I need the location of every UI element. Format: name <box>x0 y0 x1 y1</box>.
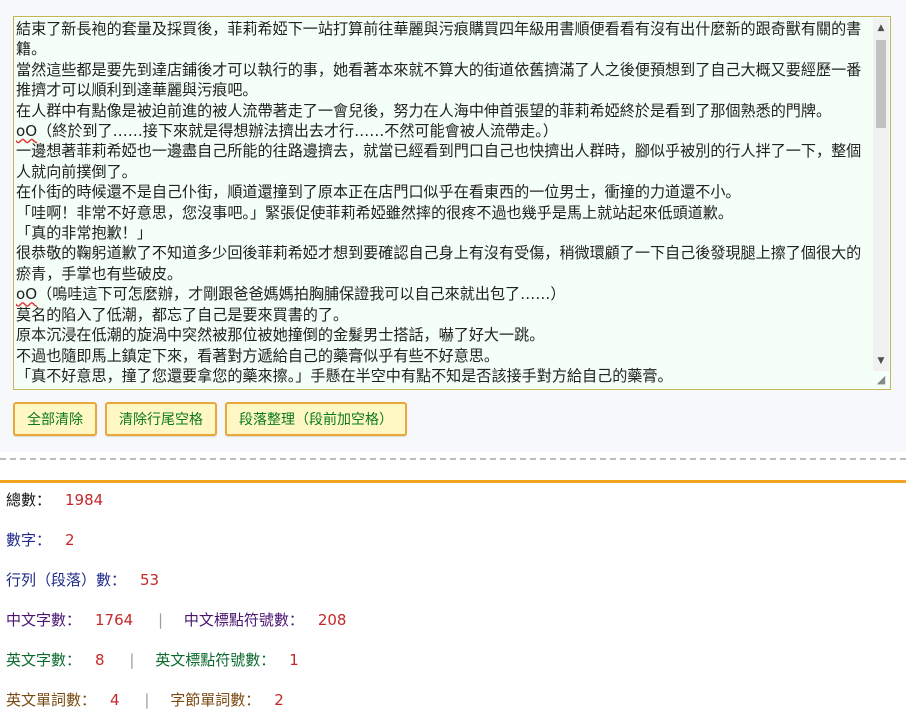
stat-label: 英文字數： <box>6 651 82 669</box>
editor-line: 莫名的陷入了低潮，都忘了自己是要來買書的了。 <box>16 305 349 324</box>
clear-all-button[interactable]: 全部清除 <box>13 402 97 436</box>
editor-line: 在人群中有點像是被迫前進的被人流帶著走了一會兒後，努力在人海中伸首張望的菲莉希婭… <box>16 101 832 120</box>
stat-digits: 數字： 2 <box>6 528 906 568</box>
stat-lines: 行列（段落）數： 53 <box>6 568 906 608</box>
stat-label: 英文標點符號數： <box>155 651 276 669</box>
editor-line: 「真不好意思，撞了您還要拿您的藥來擦。」手懸在半空中有點不知是否該接手對方給自己… <box>16 366 673 385</box>
stat-label: 字節單詞數： <box>170 691 261 709</box>
text-editor-content[interactable]: 結束了新長袍的套量及採買後，菲莉希婭下一站打算前往華麗與污痕購買四年級用書順便看… <box>14 17 872 389</box>
stat-words: 英文單詞數： 4 | 字節單詞數： 2 <box>6 688 906 728</box>
scroll-up-arrow-icon[interactable]: ▲ <box>873 20 889 36</box>
text-editor[interactable]: 結束了新長袍的套量及採買後，菲莉希婭下一站打算前往華麗與污痕購買四年級用書順便看… <box>13 16 891 390</box>
stat-value: 1984 <box>65 491 104 509</box>
editor-line: 原本沉浸在低潮的旋渦中突然被那位被她撞倒的金髮男士搭話，嚇了好大一跳。 <box>16 326 545 345</box>
editor-line: 「真的非常抱歉！」 <box>16 224 152 243</box>
stat-label: 數字： <box>6 531 52 549</box>
stat-label: 中文標點符號數： <box>183 611 304 629</box>
stat-label: 總數： <box>6 491 52 509</box>
dashed-divider <box>0 458 906 460</box>
stat-chinese: 中文字數： 1764 | 中文標點符號數： 208 <box>6 608 906 648</box>
stats-panel: 總數： 1984 數字： 2 行列（段落）數： 53 中文字數： 1764 | 中文標點… <box>6 488 906 728</box>
stats-divider <box>0 480 906 483</box>
editor-line: oO（終於到了……接下來就是得想辦法擠出去才行……不然可能會被人流帶走。） <box>16 122 558 141</box>
stat-separator: | <box>144 691 150 709</box>
editor-line: 在仆街的時候還不是自己仆街，順道還撞到了原本正在店門口似乎在看東西的一位男士，衝… <box>16 183 741 202</box>
input-panel: 結束了新長袍的套量及採買後，菲莉希婭下一站打算前往華麗與污痕購買四年級用書順便看… <box>0 0 906 452</box>
stat-value: 208 <box>317 611 347 629</box>
stat-value: 1 <box>289 651 299 669</box>
vertical-scrollbar[interactable]: ▲ ▼ <box>873 18 889 371</box>
stat-value: 4 <box>110 691 120 709</box>
trim-trailing-spaces-button[interactable]: 清除行尾空格 <box>105 402 217 436</box>
stat-total: 總數： 1984 <box>6 488 906 528</box>
stat-english: 英文字數： 8 | 英文標點符號數： 1 <box>6 648 906 688</box>
scroll-down-arrow-icon[interactable]: ▼ <box>873 353 889 369</box>
stat-value: 53 <box>140 571 160 589</box>
editor-line: 不過也隨即馬上鎮定下來，看著對方遞給自己的藥膏似乎有些不好意思。 <box>16 346 500 365</box>
stat-label: 中文字數： <box>6 611 82 629</box>
stat-value: 8 <box>95 651 105 669</box>
editor-line: oO（嗚哇這下可怎麼辦，才剛跟爸爸媽媽拍胸脯保證我可以自己來就出包了……） <box>16 285 566 304</box>
stat-separator: | <box>157 611 164 629</box>
button-row: 全部清除 清除行尾空格 段落整理（段前加空格） <box>13 402 407 436</box>
stat-value: 2 <box>274 691 284 709</box>
stat-separator: | <box>129 651 135 669</box>
editor-line: 結束了新長袍的套量及採買後，菲莉希婭下一站打算前往華麗與污痕購買四年級用書順便看… <box>16 20 862 59</box>
resize-grip-icon[interactable]: ◢ <box>874 373 888 387</box>
scrollbar-thumb[interactable] <box>876 40 886 128</box>
editor-line: 一邊想著菲莉希婭也一邊盡自己所能的往路邊擠去，就當已經看到門口自己也快擠出人群時… <box>16 142 862 181</box>
stat-value: 2 <box>65 531 75 549</box>
stat-label: 英文單詞數： <box>6 691 97 709</box>
paragraph-format-button[interactable]: 段落整理（段前加空格） <box>225 402 407 436</box>
editor-line: 當然這些都是要先到達店鋪後才可以執行的事，她看著本來就不算大的街道依舊擠滿了人之… <box>16 60 862 100</box>
spellcheck-mark: oO <box>16 285 38 304</box>
stat-label: 行列（段落）數： <box>6 571 127 589</box>
spellcheck-mark: oO <box>16 122 38 141</box>
editor-line: 「哇啊！非常不好意思，您沒事吧。」緊張促使菲莉希婭雖然摔的很疼不過也幾乎是馬上就… <box>16 203 733 222</box>
stat-value: 1764 <box>95 611 134 629</box>
editor-line: 很恭敬的鞠躬道歉了不知道多少回後菲莉希婭才想到要確認自己身上有沒有受傷，稍微環顧… <box>16 244 862 283</box>
